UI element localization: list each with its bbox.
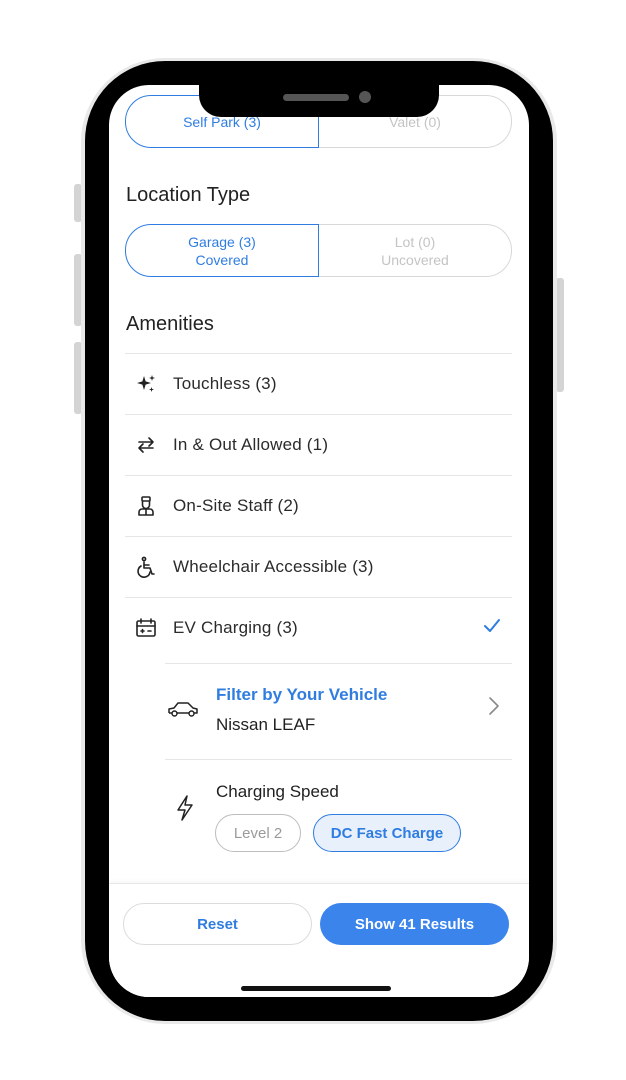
sparkle-icon	[126, 373, 166, 395]
amenity-row-ev-charging[interactable]: EV Charging (3)	[125, 597, 512, 658]
chip-label: DC Fast Charge	[330, 824, 444, 842]
location-type-segmented-control: Garage (3) Covered Lot (0) Uncovered	[125, 224, 512, 277]
ev-charger-icon	[126, 617, 166, 639]
amenity-row-in-out[interactable]: In & Out Allowed (1)	[125, 414, 512, 475]
amenity-row-on-site-staff[interactable]: On-Site Staff (2)	[125, 475, 512, 536]
footer-action-bar: Reset Show 41 Results	[109, 883, 529, 997]
segment-label: Garage (3)	[188, 233, 256, 250]
chip-level-2[interactable]: Level 2	[215, 814, 301, 852]
car-icon	[167, 698, 199, 725]
front-camera	[359, 91, 371, 103]
show-results-button[interactable]: Show 41 Results	[320, 903, 509, 945]
segment-label: Lot (0)	[394, 233, 436, 250]
chevron-right-icon	[488, 696, 500, 721]
power-button	[556, 278, 564, 392]
filter-by-vehicle-row[interactable]: Filter by Your Vehicle Nissan LEAF	[165, 663, 512, 759]
amenity-row-wheelchair[interactable]: Wheelchair Accessible (3)	[125, 536, 512, 597]
location-type-heading: Location Type	[126, 184, 251, 206]
lightning-icon	[175, 794, 195, 827]
segment-sublabel: Covered	[195, 251, 249, 268]
swap-arrows-icon	[126, 434, 166, 456]
amenity-label: On-Site Staff (2)	[173, 496, 299, 515]
amenity-label: In & Out Allowed (1)	[173, 435, 329, 454]
charging-speed-title: Charging Speed	[216, 782, 339, 801]
chip-dc-fast-charge[interactable]: DC Fast Charge	[313, 814, 461, 852]
chip-label: Level 2	[233, 824, 283, 842]
amenity-label: Wheelchair Accessible (3)	[173, 557, 374, 576]
speaker-grille	[283, 94, 349, 101]
segment-sublabel: Uncovered	[381, 251, 449, 268]
segment-garage[interactable]: Garage (3) Covered	[125, 224, 319, 277]
amenities-heading: Amenities	[126, 313, 214, 335]
reset-button[interactable]: Reset	[123, 903, 312, 945]
home-indicator[interactable]	[241, 986, 391, 991]
attendant-icon	[126, 495, 166, 517]
amenity-row-touchless[interactable]: Touchless (3)	[125, 353, 512, 414]
segment-lot[interactable]: Lot (0) Uncovered	[319, 224, 512, 277]
amenity-label: EV Charging (3)	[173, 618, 298, 637]
notch	[199, 85, 439, 117]
amenity-label: Touchless (3)	[173, 374, 277, 393]
charging-speed-row: Charging Speed Level 2 DC Fast Charge	[165, 759, 512, 879]
phone-screen: Self Park (3) Valet (0) Location Type Ga…	[109, 85, 529, 997]
wheelchair-icon	[126, 556, 166, 578]
vehicle-name: Nissan LEAF	[216, 715, 316, 734]
checkmark-icon	[482, 616, 502, 641]
filter-by-vehicle-title: Filter by Your Vehicle	[216, 685, 388, 704]
